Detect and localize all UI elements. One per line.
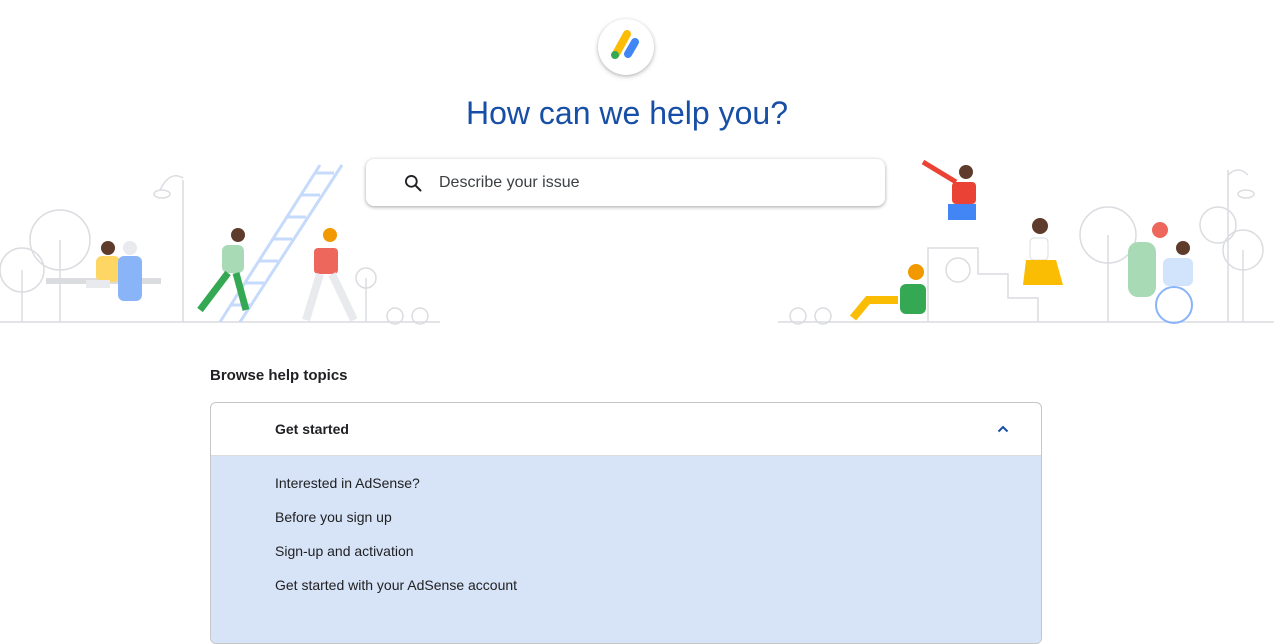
accordion-header-label: Get started [275,421,349,437]
page-title: How can we help you? [466,95,788,131]
search-icon [405,174,422,191]
topic-link-before-you-sign-up[interactable]: Before you sign up [275,500,1041,534]
browse-topics-heading: Browse help topics [210,367,348,384]
search-input[interactable] [437,172,861,193]
topic-link-sign-up-and-activation[interactable]: Sign-up and activation [275,534,1041,568]
chevron-up-icon[interactable] [995,421,1011,437]
accordion-header-get-started[interactable]: Get started [211,403,1041,456]
search-box[interactable] [366,159,885,206]
topic-link-get-started-with-account[interactable]: Get started with your AdSense account [275,568,1041,602]
topic-link-interested-in-adsense[interactable]: Interested in AdSense? [275,466,1041,500]
adsense-logo-icon [611,30,639,59]
topics-accordion: Get started Interested in AdSense? Befor… [210,402,1042,644]
accordion-body: Interested in AdSense? Before you sign u… [211,456,1041,643]
adsense-logo [598,19,654,75]
